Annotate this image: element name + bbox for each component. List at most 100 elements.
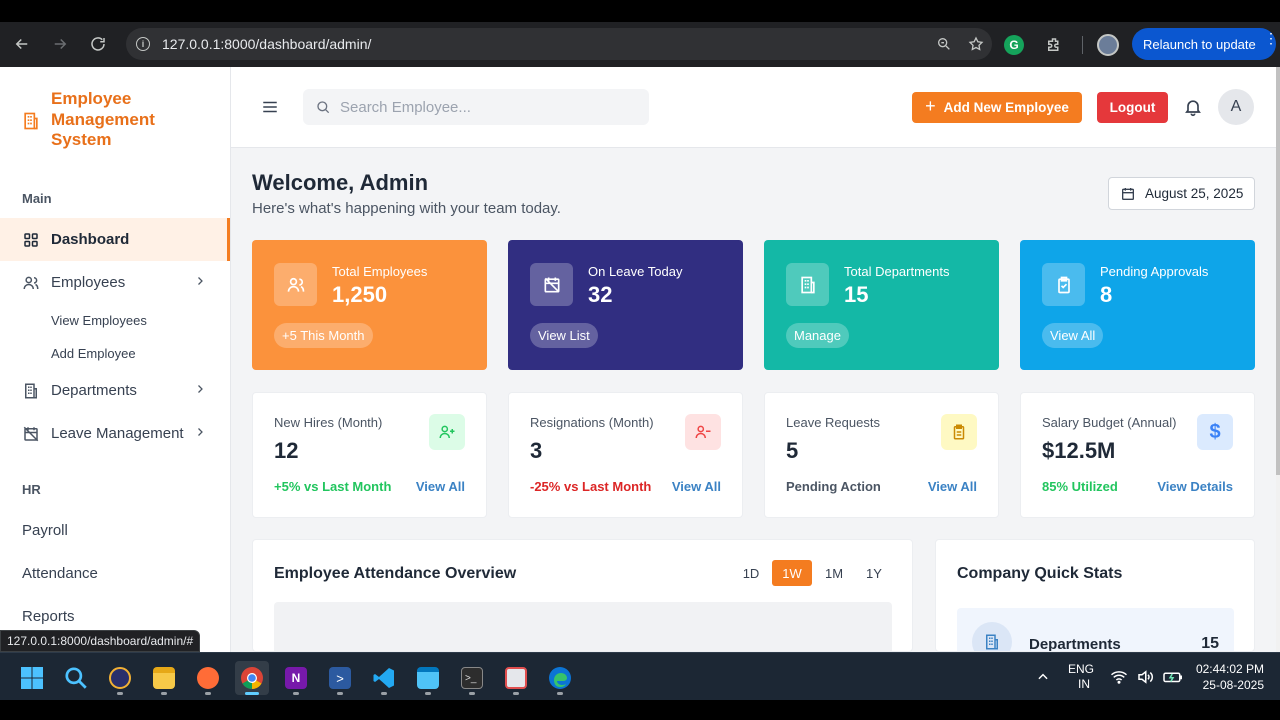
stat-pill: +5 This Month	[274, 323, 373, 348]
link-status-bar: 127.0.0.1:8000/dashboard/admin/#	[0, 630, 201, 652]
bell-icon[interactable]	[1183, 97, 1203, 117]
clipboard-list-icon	[941, 414, 977, 450]
bookmark-star-icon[interactable]	[960, 28, 992, 60]
relaunch-button[interactable]: Relaunch to update ⋮	[1132, 28, 1278, 60]
sidebar-item-attendance[interactable]: Attendance	[0, 552, 230, 595]
view-all-button[interactable]: View All	[1042, 323, 1104, 348]
card-trend: +5% vs Last Month	[274, 479, 392, 494]
avatar[interactable]: A	[1218, 89, 1254, 125]
user-plus-icon	[429, 414, 465, 450]
stat-total-departments: Total Departments 15 Manage	[764, 240, 999, 370]
app-orbit-icon[interactable]	[103, 661, 137, 695]
clock-time: 02:44:02 PM	[1195, 662, 1264, 676]
card-label: New Hires (Month)	[274, 415, 383, 430]
sidebar-subitem-view-employees[interactable]: View Employees	[51, 313, 147, 328]
view-all-link[interactable]: View All	[928, 479, 977, 494]
quick-stat-row: Departments 15	[957, 608, 1234, 652]
postman-icon[interactable]	[191, 661, 225, 695]
search-box[interactable]	[303, 89, 649, 125]
system-tray[interactable]	[1110, 653, 1184, 701]
card-value: 12	[274, 438, 299, 463]
view-details-link[interactable]: View Details	[1157, 479, 1233, 494]
date-picker[interactable]: August 25, 2025	[1108, 177, 1255, 210]
manage-button[interactable]: Manage	[786, 323, 849, 348]
range-1d-button[interactable]: 1D	[734, 560, 768, 586]
browser-menu-icon[interactable]: ⋮	[1264, 31, 1278, 45]
quick-stat-label: Departments	[1029, 636, 1121, 652]
terminal-icon[interactable]: >_	[455, 661, 489, 695]
profile-avatar-icon[interactable]	[1097, 33, 1119, 56]
snipping-tool-icon[interactable]	[499, 661, 533, 695]
site-info-icon[interactable]: i	[136, 37, 150, 51]
menu-icon[interactable]	[261, 98, 279, 116]
file-explorer-icon[interactable]	[147, 661, 181, 695]
card-value: 5	[786, 438, 799, 463]
chrome-icon[interactable]	[235, 661, 269, 695]
battery-charging-icon[interactable]	[1162, 668, 1184, 686]
volume-icon[interactable]	[1136, 668, 1154, 686]
chevron-right-icon	[198, 385, 203, 393]
range-1y-button[interactable]: 1Y	[856, 560, 892, 586]
stat-label: On Leave Today	[588, 264, 683, 279]
chevron-right-icon	[198, 277, 203, 285]
calendar-icon	[1122, 187, 1134, 200]
sidebar-item-leave-management[interactable]: Leave Management	[0, 412, 230, 455]
tray-overflow-icon[interactable]	[1036, 653, 1050, 701]
page-scrollbar-thumb[interactable]	[1276, 67, 1280, 475]
sidebar-subitem-add-employee[interactable]: Add Employee	[51, 346, 136, 361]
add-employee-button[interactable]: + Add New Employee	[912, 92, 1082, 123]
stat-on-leave-today: On Leave Today 32 View List	[508, 240, 743, 370]
zoom-icon[interactable]	[928, 28, 960, 60]
range-1m-button[interactable]: 1M	[816, 560, 852, 586]
forward-icon[interactable]	[42, 26, 78, 62]
card-value: 3	[530, 438, 543, 463]
stat-label: Total Employees	[332, 264, 428, 279]
stat-label: Total Departments	[844, 264, 950, 279]
view-all-link[interactable]: View All	[672, 479, 721, 494]
sidebar-item-employees[interactable]: Employees	[0, 261, 230, 304]
calendar-x-icon	[530, 263, 573, 306]
extensions-icon[interactable]	[1040, 31, 1068, 59]
search-input[interactable]	[340, 98, 640, 116]
clock[interactable]: 02:44:02 PM 25-08-2025	[1192, 653, 1264, 701]
reload-icon[interactable]	[80, 26, 116, 62]
brand[interactable]: Employee Management System	[21, 89, 171, 151]
card-new-hires: New Hires (Month) 12 +5% vs Last Month V…	[252, 392, 487, 518]
building-icon	[24, 112, 38, 130]
view-all-link[interactable]: View All	[416, 479, 465, 494]
sidebar-item-payroll[interactable]: Payroll	[0, 509, 230, 552]
search-icon[interactable]	[59, 661, 93, 695]
view-list-button[interactable]: View List	[530, 323, 598, 348]
card-utilization: 85% Utilized	[1042, 479, 1118, 494]
sidebar-item-dashboard[interactable]: Dashboard	[0, 218, 230, 261]
sidebar-item-label: Departments	[51, 382, 137, 399]
wifi-icon[interactable]	[1110, 668, 1128, 686]
logout-button[interactable]: Logout	[1097, 92, 1168, 123]
vscode-icon[interactable]	[367, 661, 401, 695]
card-status: Pending Action	[786, 479, 881, 494]
address-bar[interactable]: i 127.0.0.1:8000/dashboard/admin/	[126, 28, 992, 60]
stat-value: 1,250	[332, 282, 388, 307]
notepad-icon[interactable]	[411, 661, 445, 695]
stat-label: Pending Approvals	[1100, 264, 1209, 279]
chevron-right-icon	[198, 428, 203, 436]
range-1w-button[interactable]: 1W	[772, 560, 812, 586]
search-icon	[317, 101, 330, 114]
card-salary-budget: Salary Budget (Annual) $12.5M $ 85% Util…	[1020, 392, 1255, 518]
stat-value: 15	[844, 282, 869, 307]
edge-icon[interactable]	[543, 661, 577, 695]
browser-toolbar: i 127.0.0.1:8000/dashboard/admin/ G Rela…	[0, 22, 1280, 67]
windows-start-icon[interactable]	[15, 661, 49, 695]
stat-pending-approvals: Pending Approvals 8 View All	[1020, 240, 1255, 370]
sidebar-item-label: Reports	[22, 608, 75, 625]
onenote-icon[interactable]: N	[279, 661, 313, 695]
language-indicator[interactable]: ENG IN	[1068, 653, 1094, 701]
sidebar-item-departments[interactable]: Departments	[0, 369, 230, 412]
stat-value: 8	[1100, 282, 1113, 307]
grammarly-extension-icon[interactable]: G	[1004, 34, 1024, 55]
plus-icon: +	[925, 96, 936, 116]
sidebar-item-label: Employees	[51, 274, 126, 291]
back-icon[interactable]	[4, 26, 40, 62]
powershell-icon[interactable]: >	[323, 661, 357, 695]
panel-title: Employee Attendance Overview	[274, 565, 517, 582]
